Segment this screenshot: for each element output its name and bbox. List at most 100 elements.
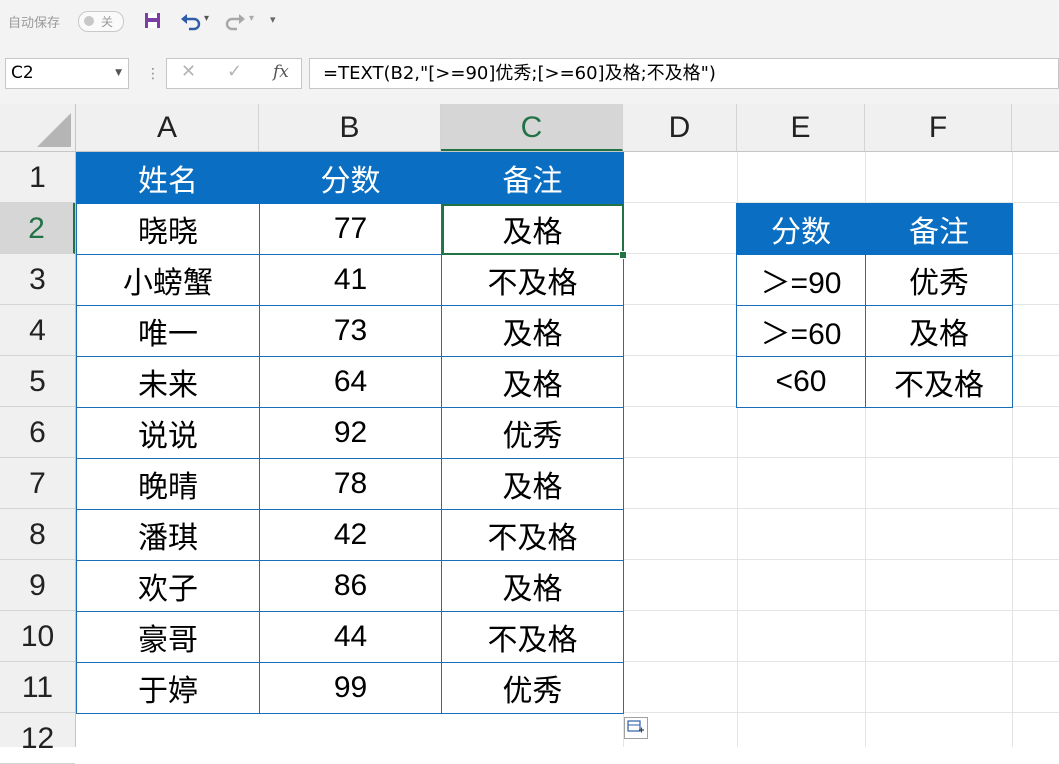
remark-cell[interactable]: 及格 [441, 356, 624, 408]
row-headers: 1 2 3 4 5 6 7 8 9 10 11 12 [0, 152, 76, 764]
table-row: <60 不及格 [736, 356, 1013, 408]
row-header-2[interactable]: 2 [0, 203, 75, 254]
row-header-9[interactable]: 9 [0, 560, 75, 611]
name-box-value: C2 [11, 63, 34, 83]
score-cell[interactable]: 42 [259, 509, 442, 561]
column-header-d[interactable]: D [623, 104, 737, 151]
formula-bar-grip-icon: ⋮ [146, 66, 160, 82]
criteria-threshold-cell[interactable]: <60 [736, 356, 866, 408]
criteria-header-remark[interactable]: 备注 [865, 203, 1013, 255]
criteria-grade-cell[interactable]: 不及格 [865, 356, 1013, 408]
name-cell[interactable]: 未来 [76, 356, 260, 408]
autosave-label: 自动保存 [8, 16, 61, 31]
score-cell[interactable]: 44 [259, 611, 442, 663]
redo-dropdown-icon[interactable]: ▾ [249, 13, 254, 24]
name-cell[interactable]: 欢子 [76, 560, 260, 612]
table-row: ＞=60 及格 [736, 305, 1013, 357]
score-table-header-row: 姓名 分数 备注 [76, 152, 624, 204]
header-score[interactable]: 分数 [259, 152, 442, 204]
name-box-dropdown-icon[interactable]: ▼ [115, 59, 122, 88]
score-cell[interactable]: 78 [259, 458, 442, 510]
score-cell[interactable]: 86 [259, 560, 442, 612]
criteria-grade-cell[interactable]: 及格 [865, 305, 1013, 357]
formula-input[interactable]: =TEXT(B2,"[>=90]优秀;[>=60]及格;不及格") [309, 58, 1059, 89]
formula-buttons: ✕ ✓ fx [166, 58, 302, 89]
remark-cell[interactable]: 不及格 [441, 611, 624, 663]
row-header-10[interactable]: 10 [0, 611, 75, 662]
row-header-8[interactable]: 8 [0, 509, 75, 560]
quick-analysis-button[interactable] [624, 717, 648, 739]
remark-cell[interactable]: 及格 [441, 560, 624, 612]
score-cell[interactable]: 41 [259, 254, 442, 306]
score-cell[interactable]: 73 [259, 305, 442, 357]
customize-toolbar-icon[interactable]: ▾ [270, 13, 276, 26]
select-all-button[interactable] [0, 104, 76, 151]
name-cell[interactable]: 唯一 [76, 305, 260, 357]
name-cell[interactable]: 小螃蟹 [76, 254, 260, 306]
table-row: 未来 64 及格 [76, 356, 624, 408]
score-cell[interactable]: 64 [259, 356, 442, 408]
score-cell[interactable]: 99 [259, 662, 442, 714]
table-row: 于婷 99 优秀 [76, 662, 624, 714]
enter-icon[interactable]: ✓ [227, 61, 242, 82]
column-header-b[interactable]: B [259, 104, 441, 151]
grade-criteria-table: 分数 备注 ＞=90 优秀 ＞=60 及格 <60 不及格 [736, 203, 1013, 408]
table-row: 唯一 73 及格 [76, 305, 624, 357]
row-header-4[interactable]: 4 [0, 305, 75, 356]
quick-analysis-icon [627, 720, 644, 733]
remark-cell[interactable]: 不及格 [441, 254, 624, 306]
name-cell[interactable]: 豪哥 [76, 611, 260, 663]
row-header-11[interactable]: 11 [0, 662, 75, 713]
name-cell[interactable]: 于婷 [76, 662, 260, 714]
row-header-1[interactable]: 1 [0, 152, 75, 203]
autosave-toggle[interactable]: 关 [78, 11, 124, 32]
criteria-threshold-cell[interactable]: ＞=60 [736, 305, 866, 357]
table-row: 小螃蟹 41 不及格 [76, 254, 624, 306]
toggle-knob [84, 16, 94, 26]
header-remark[interactable]: 备注 [441, 152, 624, 204]
remark-cell[interactable]: 优秀 [441, 407, 624, 459]
name-cell[interactable]: 说说 [76, 407, 260, 459]
criteria-threshold-cell[interactable]: ＞=90 [736, 254, 866, 306]
remark-cell[interactable]: 及格 [441, 305, 624, 357]
criteria-grade-cell[interactable]: 优秀 [865, 254, 1013, 306]
name-cell[interactable]: 晓晓 [76, 203, 260, 255]
name-box[interactable]: C2 ▼ [5, 58, 129, 89]
fill-handle[interactable] [619, 251, 627, 259]
score-cell[interactable]: 77 [259, 203, 442, 255]
header-name[interactable]: 姓名 [76, 152, 260, 204]
table-row: 晓晓 77 及格 [76, 203, 624, 255]
redo-icon[interactable] [224, 11, 246, 31]
column-header-c[interactable]: C [441, 104, 623, 151]
column-headers: A B C D E F [0, 104, 1059, 152]
remark-cell[interactable]: 及格 [441, 458, 624, 510]
name-cell[interactable]: 潘琪 [76, 509, 260, 561]
table-row: ＞=90 优秀 [736, 254, 1013, 306]
criteria-header-score[interactable]: 分数 [736, 203, 866, 255]
row-header-7[interactable]: 7 [0, 458, 75, 509]
table-row: 潘琪 42 不及格 [76, 509, 624, 561]
save-icon[interactable] [144, 12, 161, 29]
autosave-state: 关 [101, 15, 114, 29]
remark-cell[interactable]: 优秀 [441, 662, 624, 714]
column-header-g[interactable] [1012, 104, 1059, 151]
table-row: 欢子 86 及格 [76, 560, 624, 612]
remark-cell-selected[interactable]: 及格 [441, 203, 624, 255]
column-header-e[interactable]: E [737, 104, 865, 151]
undo-icon[interactable] [180, 11, 202, 31]
score-table: 姓名 分数 备注 晓晓 77 及格 小螃蟹 41 不及格 唯一 73 及格 未来… [76, 152, 624, 714]
formula-bar: C2 ▼ ⋮ ✕ ✓ fx =TEXT(B2,"[>=90]优秀;[>=60]及… [0, 44, 1059, 104]
score-cell[interactable]: 92 [259, 407, 442, 459]
name-cell[interactable]: 晚晴 [76, 458, 260, 510]
select-all-icon [37, 113, 71, 147]
remark-cell[interactable]: 不及格 [441, 509, 624, 561]
row-header-12[interactable]: 12 [0, 713, 75, 764]
column-header-f[interactable]: F [865, 104, 1012, 151]
column-header-a[interactable]: A [76, 104, 259, 151]
row-header-3[interactable]: 3 [0, 254, 75, 305]
cancel-icon[interactable]: ✕ [181, 61, 196, 82]
undo-dropdown-icon[interactable]: ▾ [204, 13, 209, 24]
insert-function-icon[interactable]: fx [273, 62, 289, 82]
row-header-5[interactable]: 5 [0, 356, 75, 407]
row-header-6[interactable]: 6 [0, 407, 75, 458]
